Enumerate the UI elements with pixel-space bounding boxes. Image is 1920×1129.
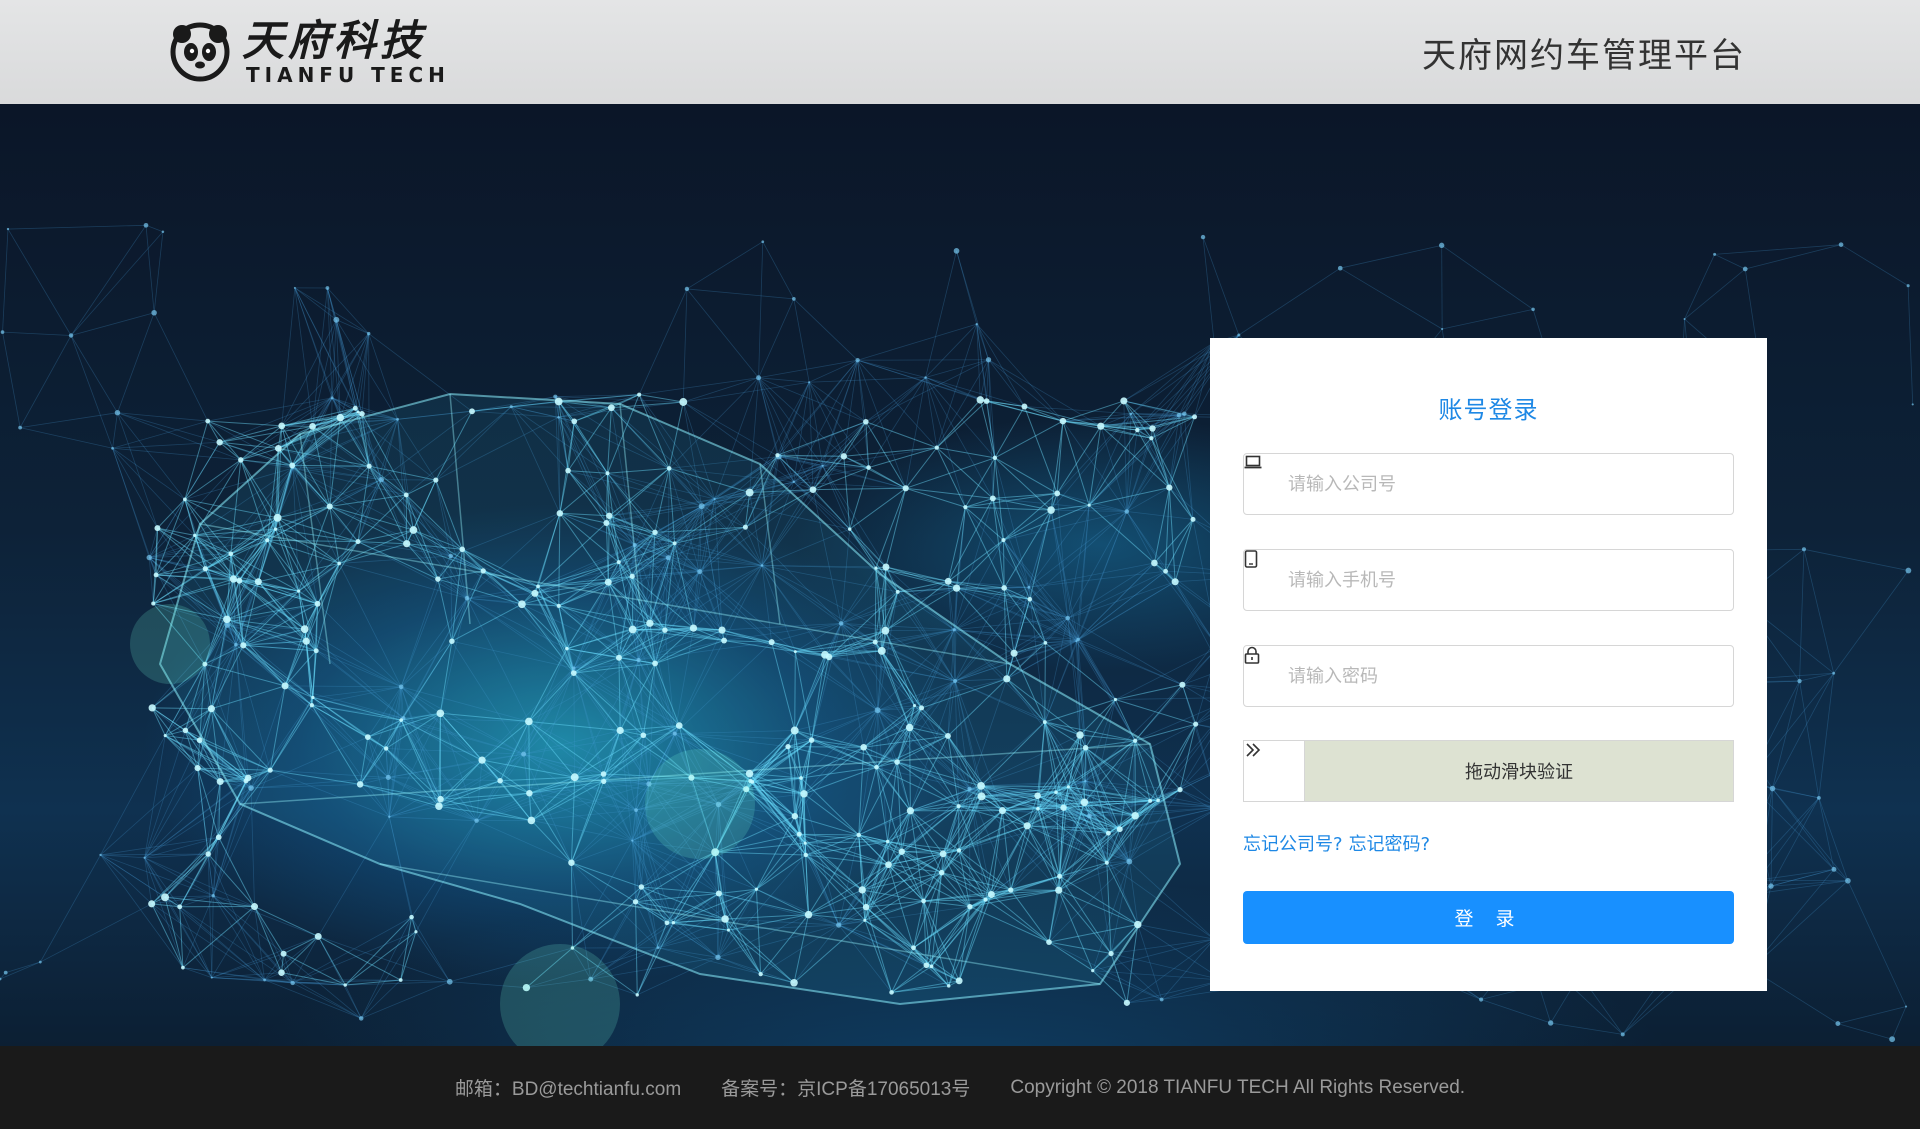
brand-logo[interactable]: 天府科技 TIANFU TECH <box>170 14 450 90</box>
login-button[interactable]: 登 录 <box>1243 891 1734 944</box>
top-header: 天府科技 TIANFU TECH 天府网约车管理平台 <box>0 0 1920 104</box>
forgot-links: 忘记公司号? 忘记密码? <box>1243 830 1430 856</box>
phone-field[interactable] <box>1243 549 1734 611</box>
login-title: 账号登录 <box>1438 396 1539 424</box>
logo-chinese-text: 天府科技 <box>242 16 427 65</box>
footer-icp: 备案号：京ICP备17065013号 <box>721 1079 971 1100</box>
slider-hint-text: 拖动滑块验证 <box>1465 762 1573 783</box>
footer-email: 邮箱：BD@techtianfu.com <box>454 1079 682 1100</box>
forgot-company-link[interactable]: 忘记公司号? <box>1243 830 1343 856</box>
laptop-icon <box>1244 455 1280 494</box>
login-card: 账号登录 请输入公司号 请输入手机号 拖动滑块验证 忘记公司号? 忘记密码? 登… <box>1210 338 1767 991</box>
company-input[interactable] <box>1288 473 1728 495</box>
password-field[interactable] <box>1243 645 1734 707</box>
lock-icon <box>1244 646 1280 686</box>
double-chevron-right-icon <box>1246 743 1261 757</box>
phone-input[interactable] <box>1288 569 1728 591</box>
panda-logo-icon <box>170 22 230 82</box>
forgot-password-link[interactable]: 忘记密码? <box>1349 830 1431 856</box>
footer-copyright: Copyright © 2018 TIANFU TECH All Rights … <box>1010 1076 1466 1098</box>
password-input[interactable] <box>1288 665 1728 687</box>
platform-title: 天府网约车管理平台 <box>1422 36 1746 76</box>
slider-captcha[interactable]: 拖动滑块验证 <box>1243 740 1734 802</box>
mobile-phone-icon <box>1244 550 1280 590</box>
company-field[interactable] <box>1243 453 1734 515</box>
page-footer: 邮箱：BD@techtianfu.com 备案号：京ICP备17065013号 … <box>0 1046 1920 1129</box>
hero-background: 账号登录 请输入公司号 请输入手机号 拖动滑块验证 忘记公司号? 忘记密码? 登… <box>0 104 1920 1046</box>
slider-handle[interactable] <box>1244 741 1305 801</box>
logo-english-text: TIANFU TECH <box>246 63 450 87</box>
